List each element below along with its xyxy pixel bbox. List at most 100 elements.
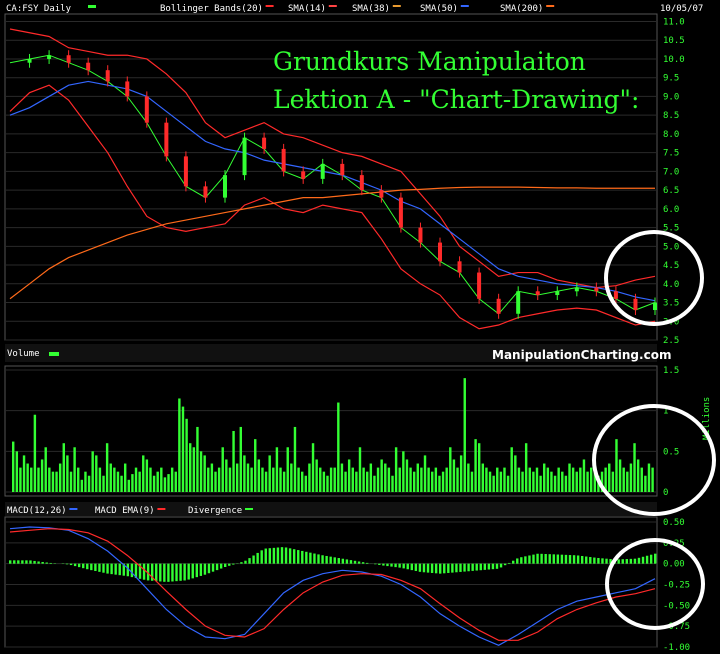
volume-bar [582,459,586,492]
divergence-bar [471,563,474,571]
price-candle [183,156,188,187]
divergence-bar [540,553,543,564]
chart-date: 10/05/07 [660,4,703,14]
divergence-bar [94,563,97,571]
divergence-bar [17,560,20,564]
divergence-bar [264,548,267,564]
divergence-bar [333,557,336,564]
price-candle [457,261,462,273]
price-axis: 11.010.510.09.59.08.58.07.57.06.56.05.55… [663,17,685,346]
price-candle [47,55,52,59]
divergence-bar [292,549,296,564]
volume-bar [51,471,55,492]
divergence-bar [528,555,531,564]
divergence-bar [495,563,499,569]
divergence-bar [9,560,12,564]
divergence-bar [280,547,284,564]
divergence-bar [552,554,555,564]
divergence-bar [621,559,624,564]
annotation-line1: Grundkurs Manipulaiton [273,47,586,76]
price-candle [438,242,442,262]
volume-bar [315,459,318,492]
volume-bar [517,467,521,492]
divergence-bar [629,558,633,564]
divergence-bar [451,563,454,573]
overlay-legend-label: SMA(200) [500,4,543,14]
volume-bar [326,475,329,492]
volume-bar [452,459,456,492]
volume-bar [91,451,94,492]
volume-bar [384,463,387,492]
price-candle [555,291,560,296]
volume-bar [160,467,163,492]
volume-bar [427,467,430,492]
overlay-legend-swatch [265,5,274,7]
volume-bar [156,471,159,492]
divergence-bar [313,553,316,564]
volume-bar [239,426,242,492]
divergence-bar [487,563,491,570]
price-candle [653,302,657,311]
macd-tick-label: 0.00 [663,560,685,570]
volume-bar [84,471,87,492]
volume-axis: 1.510.50 [663,366,679,498]
volume-bar [351,467,354,492]
divergence-bar [256,552,259,564]
divergence-bar [33,560,36,564]
divergence-bar [288,548,292,564]
divergence-bar [49,562,52,564]
volume-bar [55,471,58,492]
volume-bar [293,426,297,492]
divergence-bar [434,563,438,574]
volume-bar [488,471,492,492]
volume-bar [98,467,102,492]
volume-bar [62,443,65,492]
divergence-bar [507,562,511,564]
volume-bar [44,447,47,492]
volume-bar [275,447,279,492]
divergence-bar [544,553,547,564]
divergence-bar [203,563,207,575]
divergence-bar [374,563,377,565]
volume-bar [279,467,282,492]
divergence-bar [130,563,134,578]
price-candle [164,122,169,157]
volume-bar [496,467,499,492]
volume-bar [376,467,380,492]
volume-bar [626,471,629,492]
volume-bar [651,467,654,492]
volume-bar [73,447,76,492]
volume-bar [322,471,326,492]
divergence-bar [244,560,247,564]
volume-bar [347,459,351,492]
macd-legend-label: MACD(12,26) [7,506,67,516]
price-tick-label: 2.5 [663,336,679,346]
price-tick-label: 10.5 [663,36,685,46]
divergence-bar [479,563,482,571]
volume-bar [521,471,524,492]
volume-bar [441,471,445,492]
volume-bar [467,463,470,492]
price-candle [398,197,403,228]
volume-bar [586,471,589,492]
price-candle [633,298,638,311]
volume-bar [170,467,174,492]
divergence-bar [248,558,251,564]
price-tick-label: 7.5 [663,149,679,159]
divergence-bar [406,563,409,570]
divergence-bar [69,563,73,566]
volume-bar [463,378,466,492]
volume-bar [394,447,398,492]
price-candle [66,55,71,63]
divergence-bar [361,562,365,564]
divergence-bar [211,563,215,572]
price-candle [535,291,540,296]
volume-bar [297,467,300,492]
divergence-bar [191,563,194,579]
close-swatch [88,5,96,8]
divergence-bar [516,558,519,564]
volume-bar [333,467,336,492]
volume-bar [264,471,268,492]
volume-bar [391,475,394,492]
volume-bar [192,447,196,492]
